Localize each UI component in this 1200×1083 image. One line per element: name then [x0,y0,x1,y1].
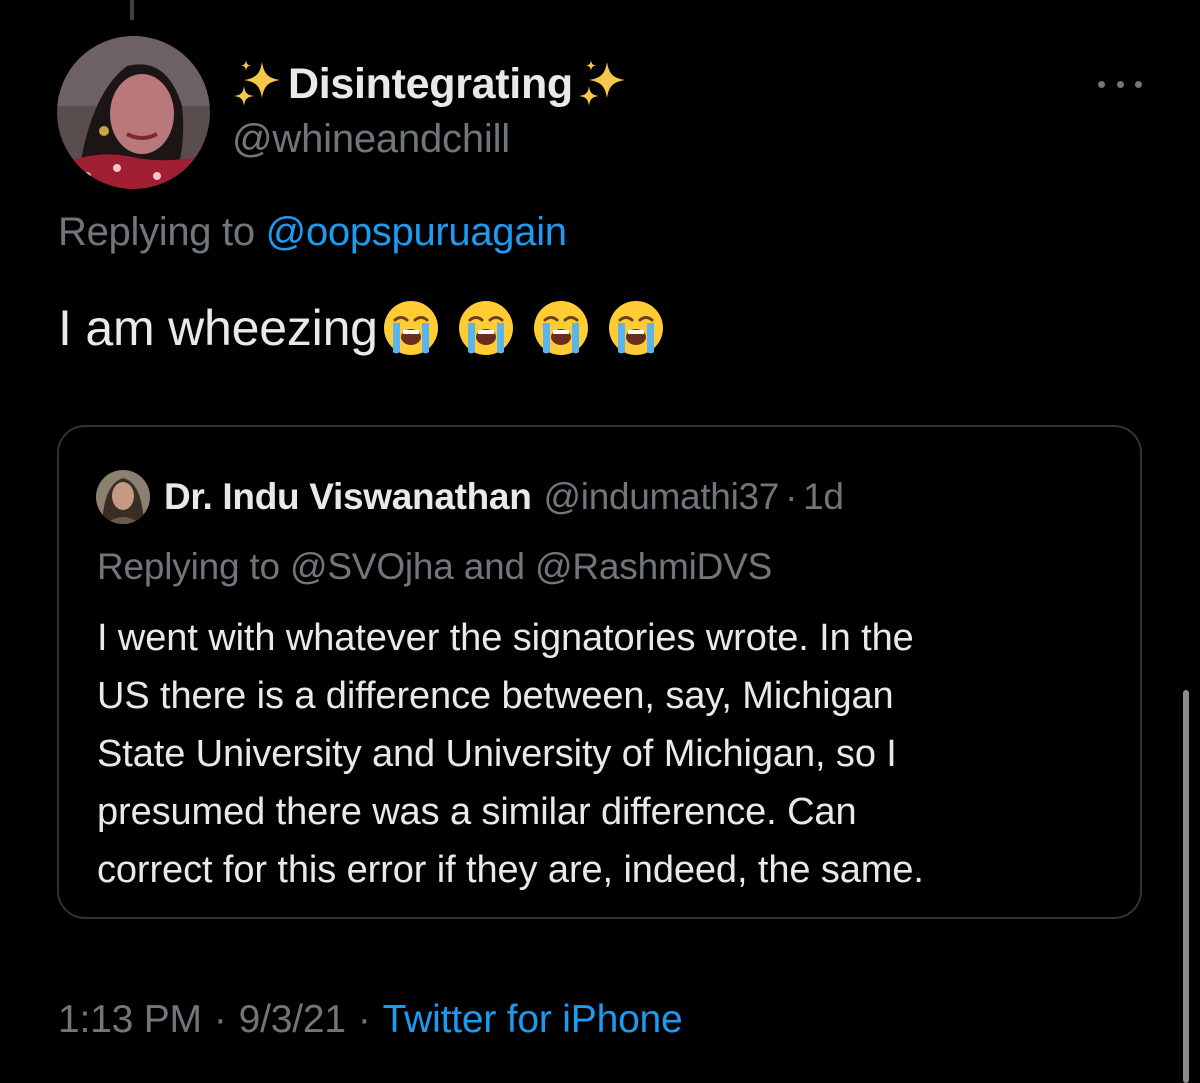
separator-dot: · [213,998,227,1041]
quoted-tweet-text: I went with whatever the signatories wro… [97,609,1107,899]
tweet-metadata: 1:13 PM · 9/3/21 · Twitter for iPhone [58,994,683,1046]
reply-mention-link[interactable]: @oopspuruagain [266,210,567,254]
tweet-source-link[interactable]: Twitter for iPhone [383,998,683,1042]
tweet-date[interactable]: 9/3/21 [239,998,346,1042]
quoted-text-line: US there is a difference between, say, M… [97,675,894,717]
sparkles-icon [232,58,284,110]
quoted-tweet-card[interactable]: Dr. Indu Viswanathan @indumathi37 · 1d R… [57,425,1142,919]
author-display-name[interactable]: Disintegrating [288,60,573,109]
author-handle[interactable]: @whineandchill [232,117,510,162]
tweet-text: I am wheezing [58,290,665,366]
loudly-crying-face-icon [607,299,665,357]
quoted-author-name[interactable]: Dr. Indu Viswanathan [164,476,532,518]
tweet-text-content: I am wheezing [58,300,378,356]
more-options-button[interactable] [1098,72,1142,96]
separator-dot: · [357,998,371,1041]
quoted-text-line: correct for this error if they are, inde… [97,849,924,891]
quoted-author-avatar[interactable] [96,470,150,524]
quoted-replying-label: Replying to [97,546,280,587]
quoted-tweet-time: 1d [803,476,844,517]
quoted-replying-to-line: Replying to @SVOjha and @RashmiDVS [97,546,772,588]
more-horizontal-icon [1116,80,1124,88]
quoted-replying-and: and [463,546,525,587]
sparkles-icon [577,58,629,110]
quoted-reply-mention-1: @SVOjha [290,546,454,587]
loudly-crying-face-icon [532,299,590,357]
avatar[interactable] [57,36,210,189]
quoted-reply-mention-2: @RashmiDVS [535,546,773,587]
loudly-crying-face-icon [457,299,515,357]
more-horizontal-icon [1098,80,1105,88]
quoted-text-line: presumed there was a similar difference.… [97,791,857,833]
thread-connector-line [130,0,134,20]
more-horizontal-icon [1135,80,1142,88]
quoted-tweet-header: Dr. Indu Viswanathan @indumathi37 · 1d [96,469,844,525]
quoted-text-line: I went with whatever the signatories wro… [97,617,914,659]
separator-dot: · [785,476,798,517]
scrollbar-thumb[interactable] [1183,690,1189,1083]
quoted-text-line: State University and University of Michi… [97,733,897,775]
replying-to-label: Replying to [58,210,255,254]
tweet-time[interactable]: 1:13 PM [58,998,202,1042]
quoted-author-handle[interactable]: @indumathi37 [544,476,780,518]
loudly-crying-face-icon [382,299,440,357]
replying-to-line: Replying to @oopspuruagain [58,210,567,255]
author-name-row[interactable]: Disintegrating [232,54,629,114]
